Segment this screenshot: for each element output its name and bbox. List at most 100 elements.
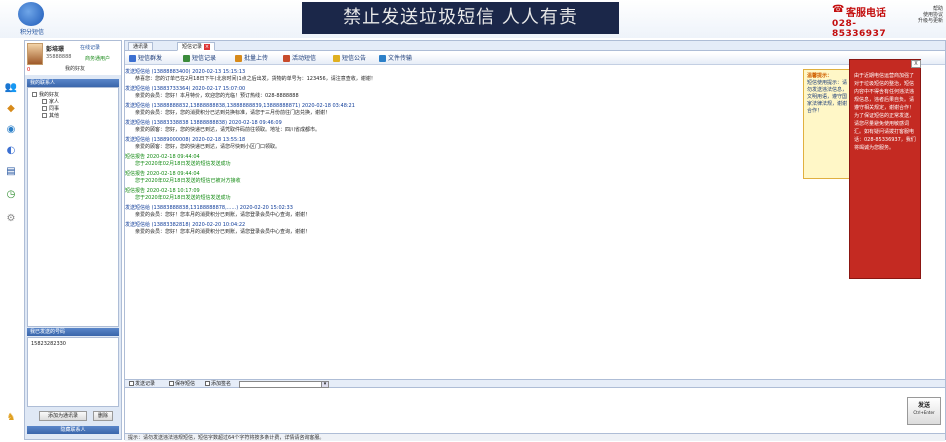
- checkbox[interactable]: [205, 381, 210, 386]
- message-body: 亲爱的会员：您好！本月特价，欢迎您的光临！预订热线：028-8888888: [135, 93, 299, 99]
- add-to-contacts-button[interactable]: 添加为通讯录: [39, 411, 87, 421]
- option-signature[interactable]: 添加签名: [205, 381, 231, 387]
- toolbar-records[interactable]: 短信记录: [183, 55, 216, 63]
- message-body: 您于2020年02月18日发送的短信发送成功: [135, 195, 231, 201]
- top-bar: 积分短信 禁止发送垃圾短信 人人有责 ☎ 客服电话 028-85336937 帮…: [0, 0, 946, 39]
- signature-select[interactable]: ▾: [239, 381, 329, 388]
- gear-icon[interactable]: ⚙: [4, 213, 18, 225]
- network-icon[interactable]: ◉: [4, 124, 18, 136]
- tab-records[interactable]: 短信记录 ×: [177, 42, 216, 51]
- main-panel: 通讯录 短信记录 × 短信群发 短信记录 批量上传 活动短信 短信公告 文件传输 …: [124, 40, 946, 441]
- user-name: 彭培璟: [46, 46, 65, 53]
- hotline-number: 028-85336937: [832, 19, 887, 39]
- message-body: 您于2020年02月18日发送的短信发送成功: [135, 161, 231, 167]
- message-header: 短信报告 2020-02-18 09:44:04: [125, 154, 200, 160]
- chat-icon[interactable]: ◐: [4, 145, 18, 157]
- avatar[interactable]: [27, 43, 43, 65]
- toolbar-file[interactable]: 文件传输: [379, 55, 412, 63]
- message-body: 亲爱的顾客：您好，您的快递已到达，请您尽快到小区门口领取。: [135, 144, 281, 150]
- tab-bar: 通讯录 短信记录 ×: [125, 41, 945, 51]
- message-header: 发送短信给 (13883382818) 2020-02-20 10:04:22: [125, 222, 246, 228]
- notice-icon: [333, 55, 340, 62]
- tree-item[interactable]: 其他: [42, 113, 59, 120]
- upload-icon: [235, 55, 242, 62]
- logo-text: 积分短信: [19, 29, 44, 36]
- message-body: 亲爱的顾客：您好，您的快递已到达，请凭取件码前往领取。地址：四川省成都市。: [135, 127, 321, 133]
- person-icon[interactable]: ♞: [4, 412, 18, 424]
- sent-header: 我已发送的号码: [27, 328, 119, 336]
- options-bar: 发送记录 保存短信 添加签名 ▾: [125, 379, 945, 388]
- hotline-label: 客服电话: [846, 8, 886, 19]
- checkbox[interactable]: [169, 381, 174, 386]
- contacts-tree: 我的好友 家人 同事 其他: [27, 87, 119, 327]
- warning-banner: 禁止发送垃圾短信 人人有责: [302, 2, 619, 34]
- hide-contacts-button[interactable]: 隐藏联系人: [27, 426, 119, 434]
- sms-icon: [129, 55, 136, 62]
- close-button[interactable]: X: [911, 60, 921, 68]
- app-logo: 积分短信: [12, 2, 52, 36]
- toolbar-upload[interactable]: 批量上传: [235, 55, 268, 63]
- contacts-header[interactable]: 我的联系人: [27, 79, 119, 87]
- message-header: 发送短信给 (13883733364) 2020-02-17 15:07:00: [125, 86, 246, 92]
- message-body: 亲爱的会员：您好！您本月的消费积分已到账，请您登录会员中心查询，谢谢！: [135, 212, 311, 218]
- account-type: 商务通用户: [85, 56, 111, 62]
- message-body: 恭喜您：您的订单已在2月18日下午(北京时间)1点之后出发，货物的单号为：123…: [135, 76, 376, 82]
- message-header: 发送短信给 (13888883400) 2020-02-13 15:15:13: [125, 69, 246, 75]
- sent-number[interactable]: 15823282330: [31, 341, 115, 347]
- online-record-button[interactable]: 在线记录: [80, 44, 100, 51]
- tip-body: 短信使用提示：请勿发送违法信息，文明用语，遵守国家法律法规，谢谢合作！: [807, 80, 848, 114]
- tab-contacts[interactable]: 通讯录: [128, 42, 154, 51]
- message-header: 发送短信给 (13883888838,13188888878,......) 2…: [125, 205, 293, 211]
- tree-item[interactable]: 同事: [42, 106, 59, 113]
- toolbar-activity[interactable]: 活动短信: [283, 55, 316, 63]
- toolbar: 短信群发 短信记录 批量上传 活动短信 短信公告 文件传输: [125, 53, 945, 65]
- message-header: 发送短信给 (13883338838 13888888838) 2020-02-…: [125, 120, 282, 126]
- tree-item[interactable]: 我的好友: [32, 92, 59, 99]
- message-header: 发送短信给 (13888888832,13888888838,138888888…: [125, 103, 355, 109]
- toolbar-notice[interactable]: 短信公告: [333, 55, 366, 63]
- message-log: 发送短信给 (13888883400) 2020-02-13 15:15:13 恭…: [125, 67, 801, 411]
- tree-item[interactable]: 家人: [42, 99, 59, 106]
- tip-title: 温馨提示：: [807, 73, 833, 79]
- box-icon[interactable]: ◆: [4, 103, 18, 115]
- clock-icon[interactable]: ◷: [4, 189, 18, 201]
- users-icon[interactable]: 👥: [4, 82, 18, 94]
- send-button[interactable]: 发送 Ctrl+Enter: [907, 397, 941, 425]
- delete-button[interactable]: 删除: [93, 411, 113, 421]
- checkbox[interactable]: [42, 99, 47, 104]
- sent-numbers: 15823282330: [27, 337, 119, 407]
- option-send-record[interactable]: 发送记录: [129, 381, 155, 387]
- message-body: 亲爱的会员：您好！您本月的消费积分已到账，请您登录会员中心查询，谢谢！: [135, 229, 311, 235]
- file-icon: [379, 55, 386, 62]
- left-icon-strip: 👥 ◆ ◉ ◐ ▤ ◷ ⚙ ♞: [0, 40, 22, 440]
- report-icon[interactable]: ▤: [4, 166, 18, 178]
- compose-textarea[interactable]: [125, 389, 945, 433]
- close-icon[interactable]: ×: [204, 44, 211, 50]
- checkbox[interactable]: [32, 92, 37, 97]
- records-icon: [183, 55, 190, 62]
- notice-panel: 由于近期电信运营商加强了对于垃圾短信的整治，短信内容中不得含有任何违法违规信息，…: [849, 59, 921, 279]
- hotline: ☎ 客服电话 028-85336937: [832, 2, 902, 39]
- option-save-sms[interactable]: 保存短信: [169, 381, 195, 387]
- activity-icon: [283, 55, 290, 62]
- user-box: 彭培璟 35888888 在线记录 商务通用户 0 我的好友: [25, 41, 121, 75]
- notice-text: 由于近期电信运营商加强了对于垃圾短信的整治，短信内容中不得含有任何违法违规信息，…: [854, 73, 916, 151]
- message-body: 您于2020年02月18日发送的短信已被对方接收: [135, 178, 241, 184]
- message-header: 短信报告 2020-02-18 10:17:09: [125, 188, 200, 194]
- checkbox[interactable]: [42, 113, 47, 118]
- checkbox[interactable]: [42, 106, 47, 111]
- message-header: 短信报告 2020-02-18 09:44:04: [125, 171, 200, 177]
- chevron-down-icon: ▾: [321, 382, 328, 387]
- sidebar: 彭培璟 35888888 在线记录 商务通用户 0 我的好友 我的联系人 我的好…: [24, 40, 122, 440]
- friends-label[interactable]: 我的好友: [65, 65, 85, 72]
- upgrade-link[interactable]: 升级与更新: [906, 18, 943, 24]
- message-header: 发送短信给 (13889000008) 2020-02-18 13:55:18: [125, 137, 246, 143]
- bird-logo-icon: [18, 2, 44, 26]
- tip-box: 温馨提示： 短信使用提示：请勿发送违法信息，文明用语，遵守国家法律法规，谢谢合作…: [803, 69, 851, 179]
- unread-count: 0: [27, 67, 31, 73]
- send-hint: Ctrl+Enter: [913, 410, 935, 415]
- toolbar-mass-sms[interactable]: 短信群发: [129, 55, 162, 63]
- top-links: 帮助 使用协议 升级与更新: [906, 6, 946, 24]
- user-id: 35888888: [46, 54, 72, 60]
- checkbox[interactable]: [129, 381, 134, 386]
